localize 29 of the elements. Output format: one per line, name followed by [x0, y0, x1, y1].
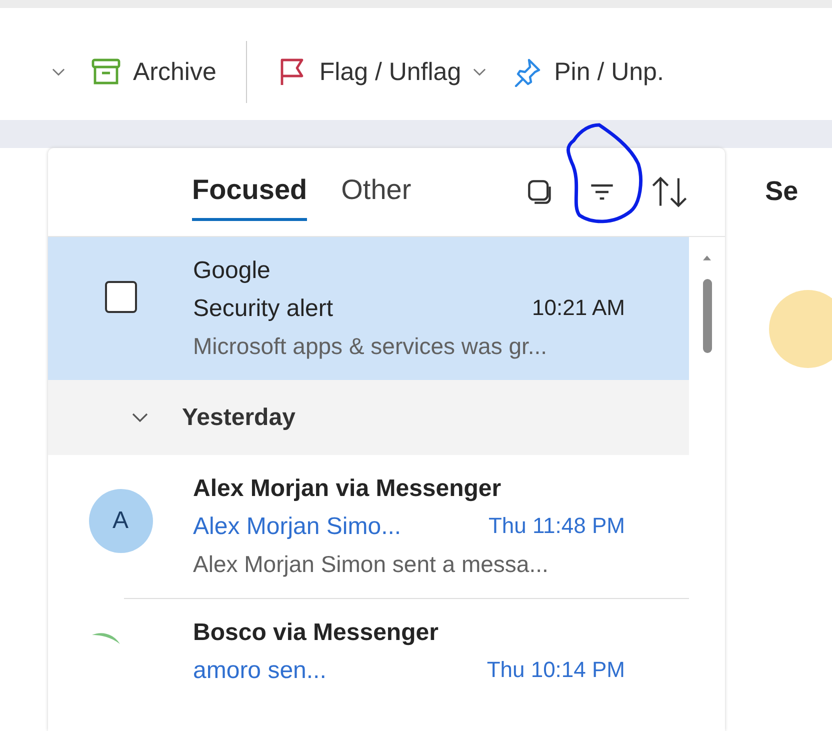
message-item[interactable]: Google Security alert 10:21 AM Microsoft apps & services was gr... [48, 237, 690, 380]
time: 10:21 AM [532, 295, 625, 322]
flag-button[interactable]: Flag / Unflag [269, 51, 494, 93]
preview-text: Microsoft apps & services was gr... [193, 333, 548, 360]
scrollbar-thumb[interactable] [702, 279, 712, 353]
time: Thu 11:48 PM [488, 513, 625, 540]
archive-button[interactable]: Archive [83, 51, 224, 93]
sender-name: Bosco via Messenger [193, 619, 440, 647]
avatar: A [88, 489, 152, 553]
subject: amoro sen... [193, 657, 326, 685]
subject-title: Se [765, 176, 798, 206]
time: Thu 10:14 PM [486, 657, 625, 684]
sort-icon[interactable] [651, 176, 690, 208]
tab[interactable]: Other [341, 164, 412, 220]
tab[interactable]: Focused [192, 164, 308, 220]
scroll-up-icon[interactable] [703, 255, 712, 261]
preview-text: Alex Morjan Simon sent a messa... [193, 551, 550, 578]
leaf-icon [90, 631, 120, 645]
subject: Security alert [193, 295, 334, 323]
select-icon[interactable] [527, 179, 554, 205]
group-header: Yesterday [182, 404, 296, 432]
sender-name: Google [193, 257, 272, 285]
checkbox[interactable] [104, 281, 136, 313]
pin-button[interactable]: Pin / Unp. [504, 51, 672, 93]
archive-icon [91, 57, 121, 87]
pin-icon [512, 57, 542, 87]
chevron-down-icon[interactable] [132, 412, 148, 422]
sender-name: Alex Morjan via Messenger [193, 475, 502, 503]
subject: Alex Morjan Simo... [193, 513, 402, 541]
